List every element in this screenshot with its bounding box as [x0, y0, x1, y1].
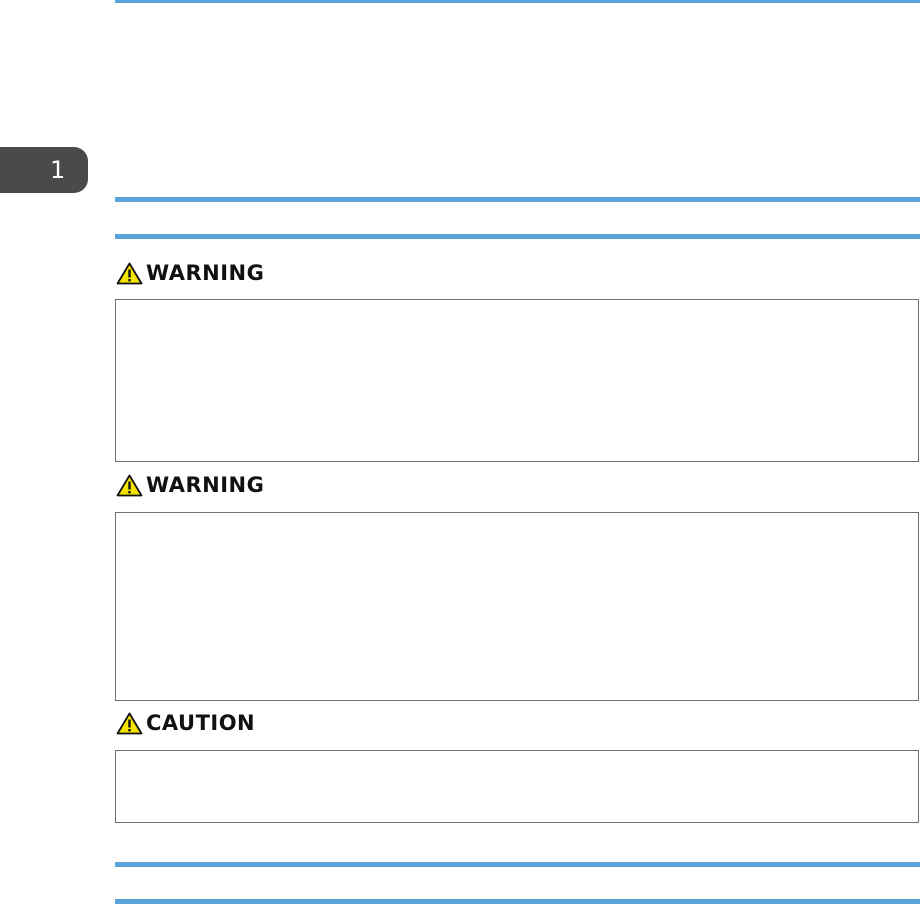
warning-box	[115, 299, 919, 462]
warning-box	[115, 512, 919, 701]
top-rule	[115, 0, 920, 3]
caution-box	[115, 750, 919, 823]
caution-label: CAUTION	[146, 711, 256, 735]
warning-triangle-icon	[116, 712, 143, 735]
warning-label: WARNING	[146, 261, 265, 285]
section-rule	[115, 862, 920, 867]
section-rule	[115, 899, 920, 904]
warning-heading: WARNING	[116, 260, 264, 286]
chapter-tab: 1	[0, 147, 88, 193]
section-rule	[115, 197, 920, 202]
warning-heading: WARNING	[116, 472, 264, 498]
warning-triangle-icon	[116, 262, 143, 285]
warning-triangle-icon	[116, 474, 143, 497]
section-rule	[115, 234, 920, 239]
chapter-number: 1	[50, 156, 66, 184]
warning-label: WARNING	[146, 473, 265, 497]
caution-heading: CAUTION	[116, 710, 255, 736]
